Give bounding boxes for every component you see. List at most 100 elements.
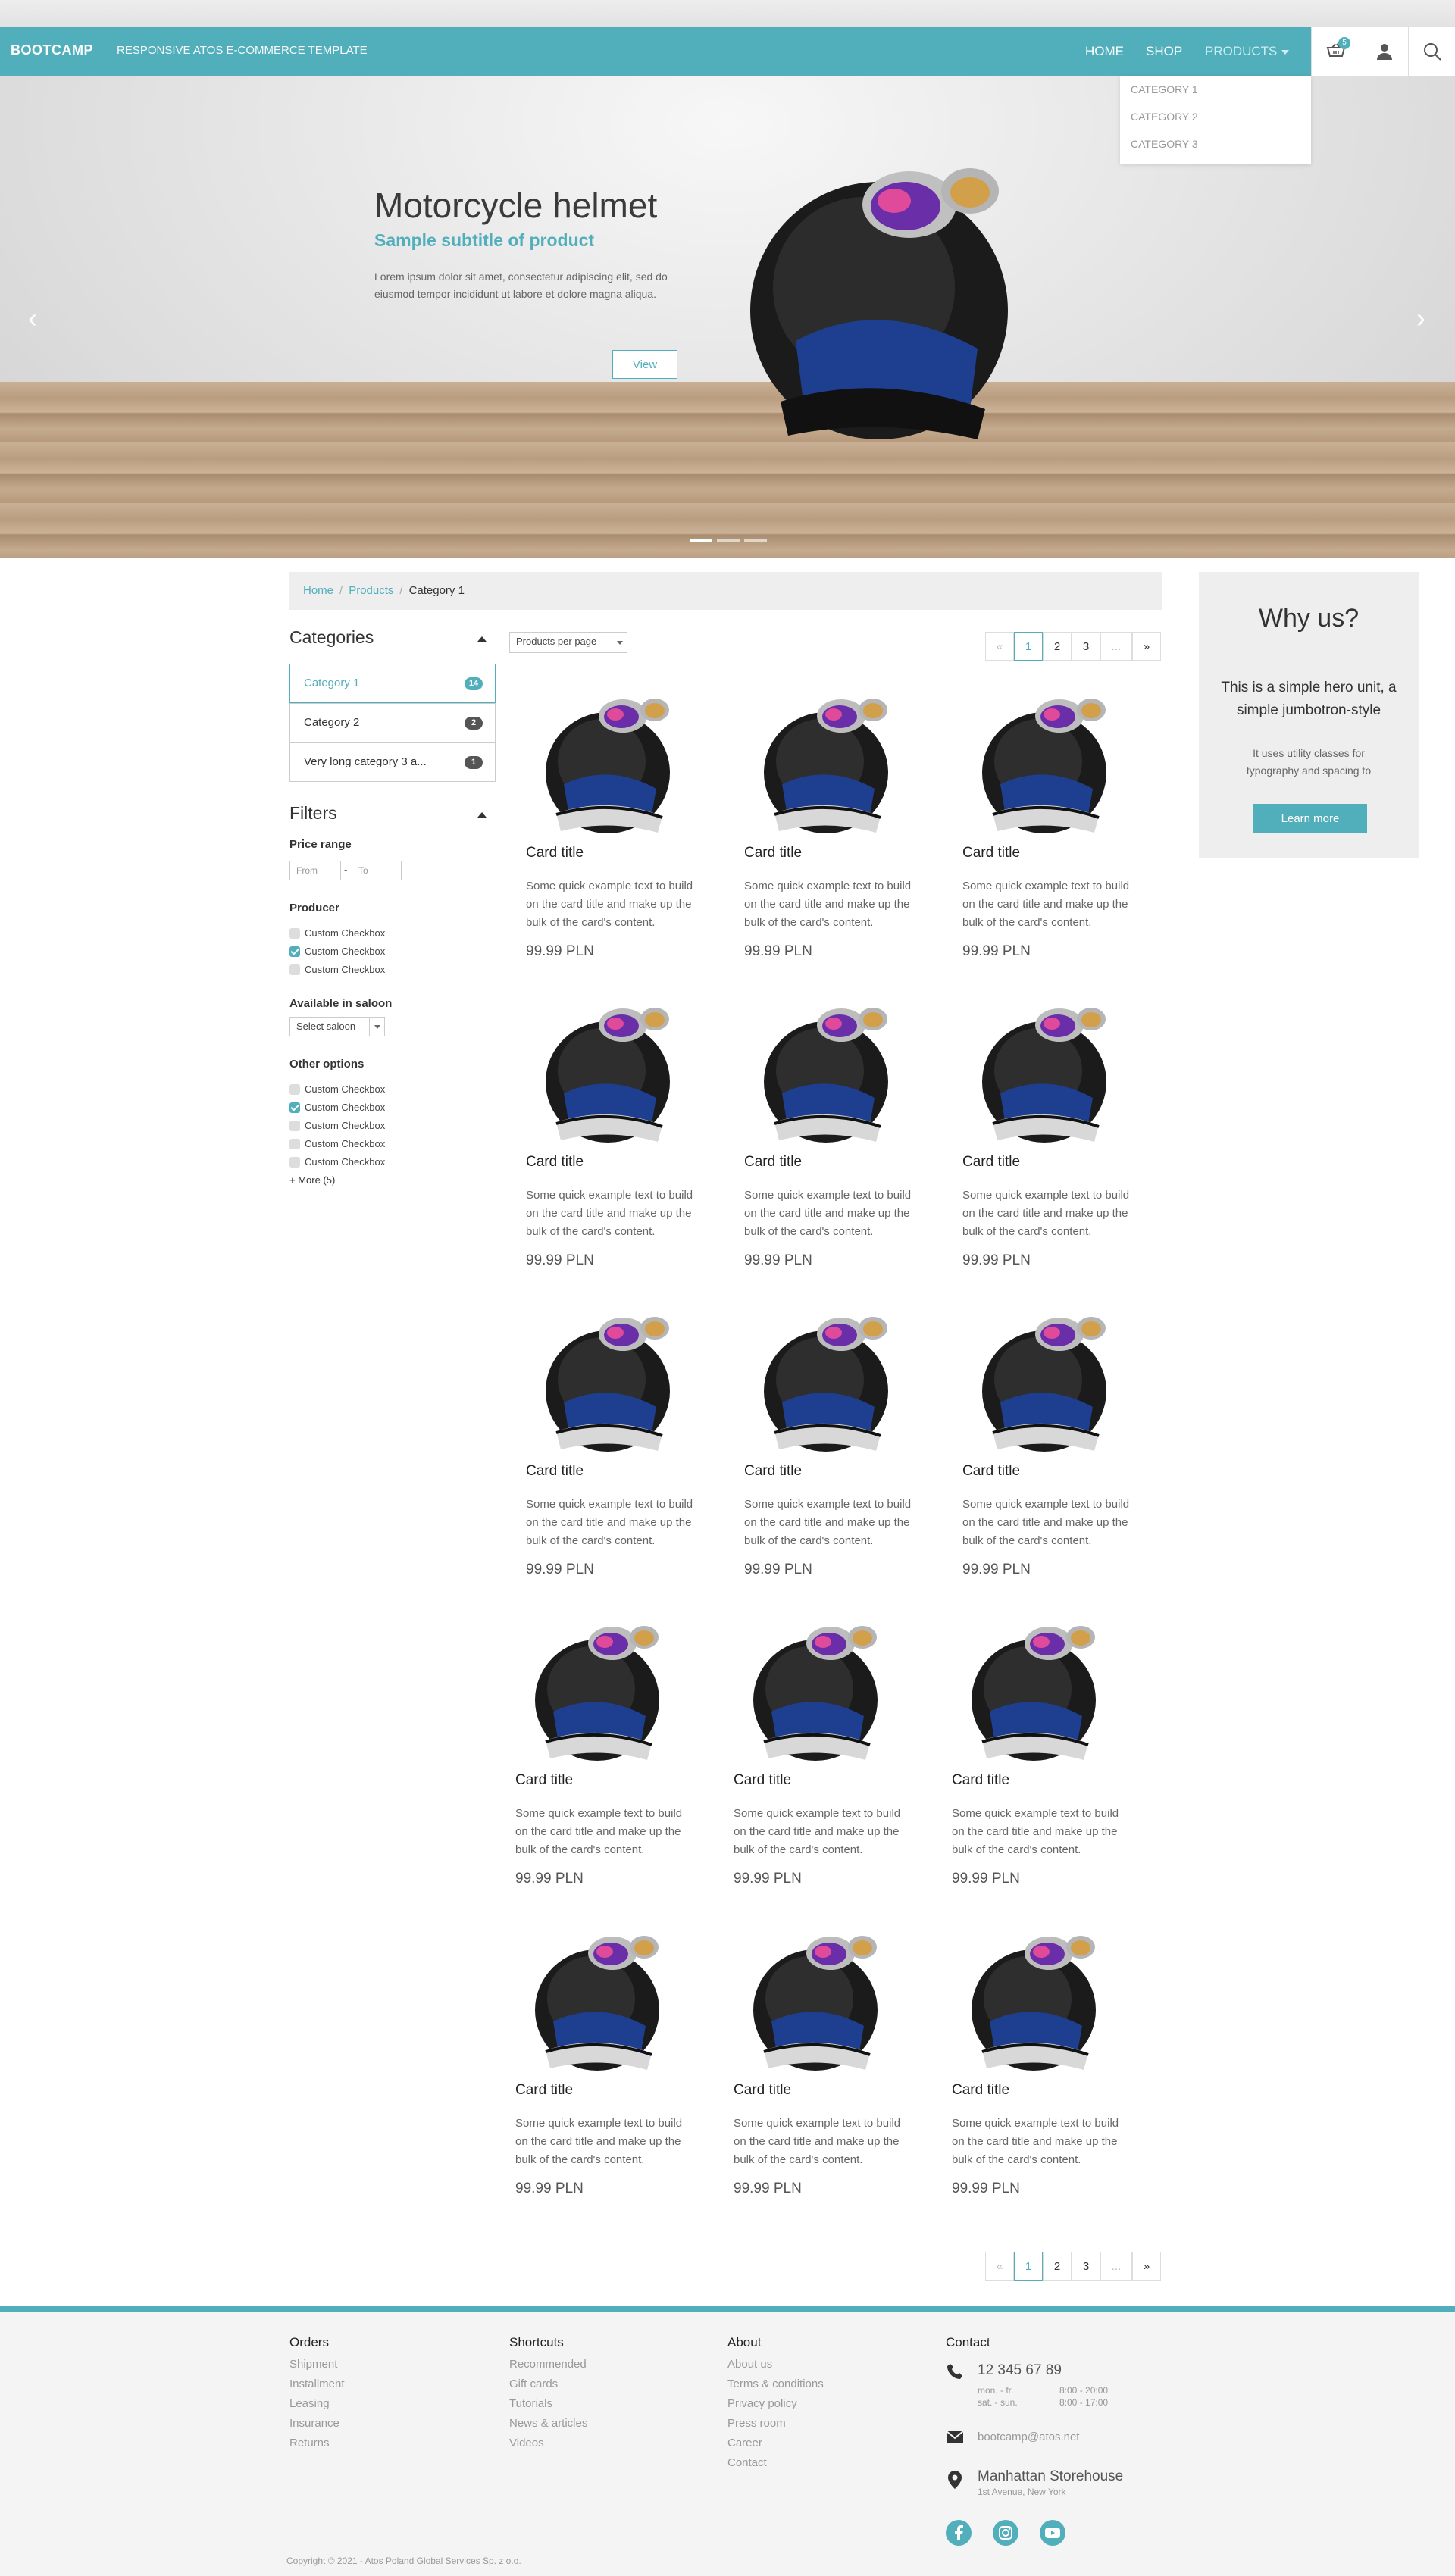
card-title[interactable]: Card title <box>734 2082 791 2099</box>
category-item-3[interactable]: Very long category 3 a... 1 <box>289 742 496 782</box>
pagination-page-2[interactable]: 2 <box>1043 632 1072 661</box>
other-checkbox-4[interactable]: Custom Checkbox <box>289 1136 385 1152</box>
product-card[interactable]: Card title Some quick example text to bui… <box>511 1311 700 1615</box>
pagination-next[interactable]: » <box>1132 2252 1161 2281</box>
footer-link[interactable]: Shipment <box>289 2355 345 2374</box>
card-title[interactable]: Card title <box>515 2082 573 2099</box>
product-image[interactable] <box>541 693 677 837</box>
product-card[interactable]: Card title Some quick example text to bui… <box>947 1002 1137 1305</box>
other-checkbox-5[interactable]: Custom Checkbox <box>289 1155 385 1170</box>
card-title[interactable]: Card title <box>744 1463 802 1480</box>
contact-email[interactable]: bootcamp@atos.net <box>978 2431 1079 2443</box>
search-button[interactable] <box>1408 27 1455 76</box>
card-title[interactable]: Card title <box>515 1772 573 1789</box>
breadcrumb-products[interactable]: Products <box>349 584 393 597</box>
price-to-input[interactable]: To <box>352 861 402 880</box>
footer-link[interactable]: Tutorials <box>509 2394 587 2414</box>
youtube-link[interactable] <box>1040 2520 1065 2546</box>
card-title[interactable]: Card title <box>734 1772 791 1789</box>
pagination-next[interactable]: » <box>1132 632 1161 661</box>
footer-link[interactable]: News & articles <box>509 2414 587 2434</box>
product-image[interactable] <box>978 1311 1114 1455</box>
footer-link[interactable]: Videos <box>509 2434 587 2453</box>
brand-logo[interactable]: BOOTCAMP <box>11 42 93 58</box>
product-image[interactable] <box>759 1311 896 1455</box>
footer-link[interactable]: About us <box>728 2355 824 2374</box>
footer-link[interactable]: Contact <box>728 2453 824 2473</box>
card-title[interactable]: Card title <box>962 1463 1020 1480</box>
card-title[interactable]: Card title <box>526 1154 584 1171</box>
product-image[interactable] <box>967 1621 1103 1765</box>
pagination-page-1[interactable]: 1 <box>1014 632 1043 661</box>
product-card[interactable]: Card title Some quick example text to bui… <box>718 1930 908 2234</box>
other-checkbox-2[interactable]: Custom Checkbox <box>289 1100 385 1115</box>
collapse-categories-icon[interactable] <box>477 636 487 642</box>
product-image[interactable] <box>967 1930 1103 2074</box>
contact-phone[interactable]: 12 345 67 89 <box>978 2362 1062 2379</box>
hero-view-button[interactable]: View <box>612 350 677 379</box>
nav-products[interactable]: PRODUCTS <box>1205 44 1290 59</box>
product-image[interactable] <box>749 1930 885 2074</box>
product-image[interactable] <box>978 1002 1114 1146</box>
pagination-page-3[interactable]: 3 <box>1072 632 1100 661</box>
product-card[interactable]: Card title Some quick example text to bui… <box>729 693 918 996</box>
footer-link[interactable]: Recommended <box>509 2355 587 2374</box>
producer-checkbox-2[interactable]: Custom Checkbox <box>289 944 385 959</box>
producer-checkbox-1[interactable]: Custom Checkbox <box>289 926 385 941</box>
product-card[interactable]: Card title Some quick example text to bui… <box>937 1621 1126 1924</box>
carousel-indicator-2[interactable] <box>717 539 740 542</box>
footer-link[interactable]: Insurance <box>289 2414 345 2434</box>
footer-link[interactable]: Privacy policy <box>728 2394 824 2414</box>
category-item-2[interactable]: Category 2 2 <box>289 703 496 742</box>
product-card[interactable]: Card title Some quick example text to bui… <box>947 693 1137 996</box>
other-checkbox-3[interactable]: Custom Checkbox <box>289 1118 385 1133</box>
footer-link[interactable]: Installment <box>289 2374 345 2394</box>
product-image[interactable] <box>541 1002 677 1146</box>
pagination-page-1[interactable]: 1 <box>1014 2252 1043 2281</box>
dropdown-category-1[interactable]: CATEGORY 1 <box>1120 76 1311 103</box>
card-title[interactable]: Card title <box>526 1463 584 1480</box>
footer-link[interactable]: Career <box>728 2434 824 2453</box>
facebook-link[interactable] <box>946 2520 972 2546</box>
collapse-filters-icon[interactable] <box>477 812 487 818</box>
cart-button[interactable]: 5 <box>1311 27 1360 76</box>
learn-more-button[interactable]: Learn more <box>1253 804 1367 833</box>
card-title[interactable]: Card title <box>744 845 802 861</box>
more-options-link[interactable]: + More (5) <box>289 1174 335 1186</box>
card-title[interactable]: Card title <box>526 845 584 861</box>
product-card[interactable]: Card title Some quick example text to bui… <box>500 1621 690 1924</box>
card-title[interactable]: Card title <box>962 1154 1020 1171</box>
nav-shop[interactable]: SHOP <box>1146 44 1182 59</box>
product-card[interactable]: Card title Some quick example text to bui… <box>718 1621 908 1924</box>
carousel-next-arrow[interactable]: › <box>1410 303 1432 333</box>
category-item-1[interactable]: Category 1 14 <box>289 664 496 703</box>
pagination-prev[interactable]: « <box>985 2252 1014 2281</box>
footer-link[interactable]: Gift cards <box>509 2374 587 2394</box>
product-image[interactable] <box>759 693 896 837</box>
products-per-page-select[interactable]: Products per page <box>509 632 627 653</box>
footer-link[interactable]: Terms & conditions <box>728 2374 824 2394</box>
product-card[interactable]: Card title Some quick example text to bui… <box>729 1002 918 1305</box>
carousel-indicator-3[interactable] <box>744 539 767 542</box>
pagination-prev[interactable]: « <box>985 632 1014 661</box>
product-card[interactable]: Card title Some quick example text to bui… <box>511 1002 700 1305</box>
dropdown-category-2[interactable]: CATEGORY 2 <box>1120 103 1311 130</box>
product-image[interactable] <box>541 1311 677 1455</box>
product-image[interactable] <box>530 1930 667 2074</box>
product-image[interactable] <box>530 1621 667 1765</box>
pagination-page-3[interactable]: 3 <box>1072 2252 1100 2281</box>
footer-link[interactable]: Returns <box>289 2434 345 2453</box>
saloon-select[interactable]: Select saloon <box>289 1017 385 1036</box>
product-image[interactable] <box>749 1621 885 1765</box>
producer-checkbox-3[interactable]: Custom Checkbox <box>289 962 385 977</box>
carousel-prev-arrow[interactable]: ‹ <box>21 303 44 333</box>
card-title[interactable]: Card title <box>744 1154 802 1171</box>
dropdown-category-3[interactable]: CATEGORY 3 <box>1120 130 1311 158</box>
product-card[interactable]: Card title Some quick example text to bui… <box>729 1311 918 1615</box>
product-image[interactable] <box>978 693 1114 837</box>
carousel-indicator-1[interactable] <box>690 539 712 542</box>
card-title[interactable]: Card title <box>952 1772 1009 1789</box>
card-title[interactable]: Card title <box>952 2082 1009 2099</box>
nav-home[interactable]: HOME <box>1085 44 1124 59</box>
card-title[interactable]: Card title <box>962 845 1020 861</box>
